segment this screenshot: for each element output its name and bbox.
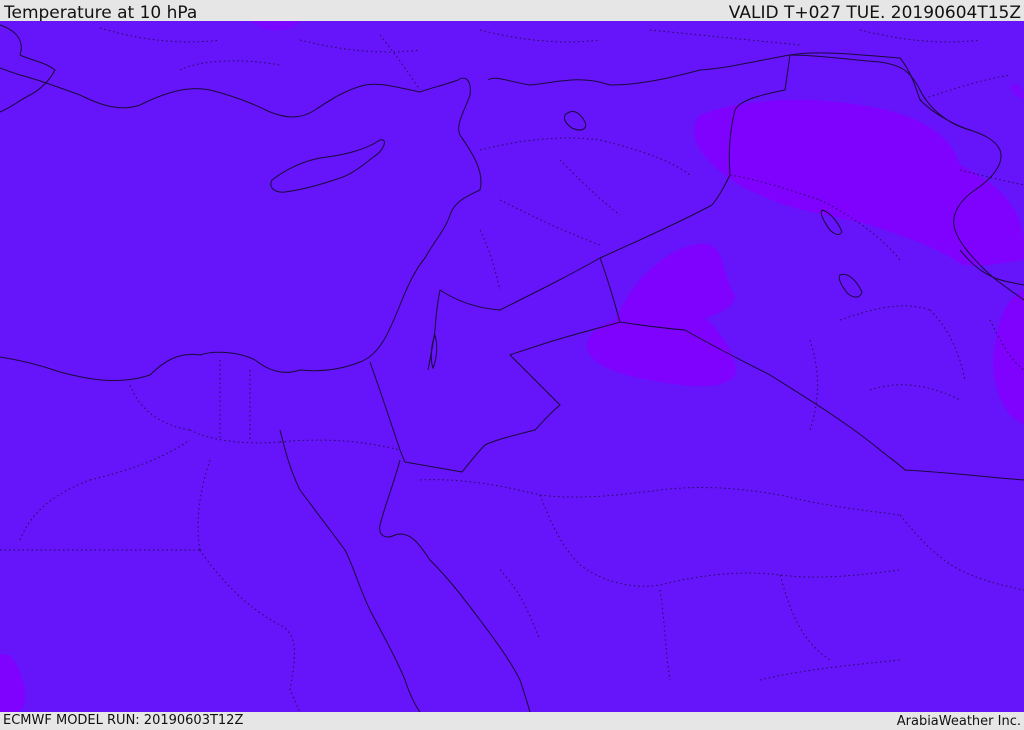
valid-time: VALID T+027 TUE. 20190604T15Z [728,3,1021,23]
map-title: Temperature at 10 hPa [4,3,198,23]
credit-label: ArabiaWeather Inc. [896,714,1021,729]
footer-bar: ECMWF MODEL RUN: 20190603T12Z ArabiaWeat… [0,712,1024,729]
temperature-map [0,21,1024,712]
model-run-label: ECMWF MODEL RUN: 20190603T12Z [3,713,244,728]
header-bar: Temperature at 10 hPa VALID T+027 TUE. 2… [0,0,1024,23]
